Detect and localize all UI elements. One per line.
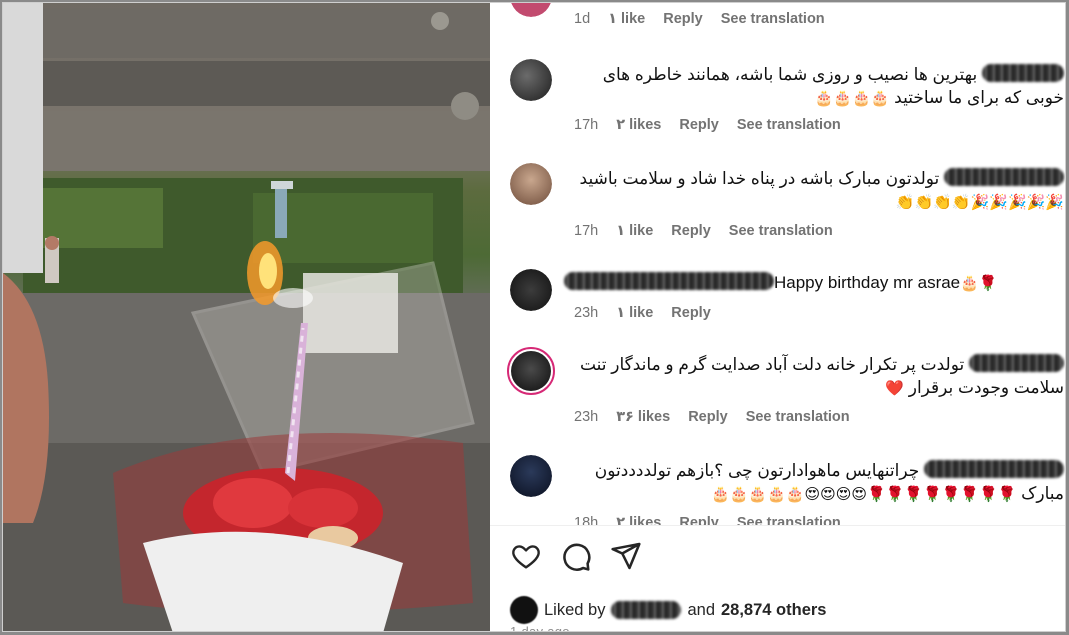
- avatar[interactable]: [510, 269, 552, 311]
- comment-text: Happy birthday mr asrae🎂🌹: [564, 271, 1064, 295]
- emoji-party-icon: 🎉🎉🎉🎉🎉👏👏👏👏: [895, 193, 1064, 211]
- username-redacted[interactable]: [564, 272, 774, 290]
- see-translation-button[interactable]: See translation: [746, 409, 850, 425]
- likes-count[interactable]: 28,874 others: [721, 601, 826, 620]
- see-translation-button[interactable]: See translation: [737, 117, 841, 133]
- reply-button[interactable]: Reply: [679, 515, 719, 525]
- comment-likes[interactable]: ۱ like: [616, 223, 653, 239]
- username-redacted[interactable]: [924, 460, 1064, 478]
- liked-by-label: Liked by: [544, 600, 606, 619]
- comment-item: 1d ۱ like Reply See translation: [490, 3, 1065, 39]
- reply-button[interactable]: Reply: [671, 223, 711, 239]
- comment-text: تولدتون مبارک باشه در پناه خدا شاد و سلا…: [579, 168, 1064, 211]
- comment-meta: 17h ۲ likes Reply See translation: [574, 117, 841, 133]
- comment-item: چراتنهایس ماهوادارتون چی ؟بازهم تولددددت…: [490, 451, 1065, 525]
- comment-time: 17h: [574, 223, 599, 239]
- liker-avatar[interactable]: [510, 596, 538, 624]
- comment-item: تولدت پر تکرار خانه دلت آباد صدایت گرم و…: [490, 345, 1065, 435]
- comment-likes[interactable]: ۲ likes: [616, 515, 661, 525]
- reply-button[interactable]: Reply: [663, 11, 703, 27]
- comment-meta: 23h ۳۶ likes Reply See translation: [574, 409, 850, 425]
- liker-username-redacted[interactable]: [611, 601, 682, 619]
- comment-item: تولدتون مبارک باشه در پناه خدا شاد و سلا…: [490, 161, 1065, 251]
- comment-time: 23h: [574, 305, 599, 321]
- emoji-cake-icon: 🎂🎂🎂🎂: [814, 89, 890, 107]
- reply-button[interactable]: Reply: [671, 305, 711, 321]
- comment-meta: 17h ۱ like Reply See translation: [574, 223, 833, 239]
- liked-and-label: and: [687, 600, 715, 619]
- reply-button[interactable]: Reply: [679, 117, 719, 133]
- comment-text: چراتنهایس ماهوادارتون چی ؟بازهم تولددددت…: [594, 460, 1064, 503]
- see-translation-button[interactable]: See translation: [737, 515, 841, 525]
- reply-button[interactable]: Reply: [688, 409, 728, 425]
- comments-list[interactable]: 1d ۱ like Reply See translation بهترین ه…: [490, 3, 1065, 525]
- comment-icon[interactable]: [560, 540, 592, 572]
- username-redacted[interactable]: [982, 64, 1064, 82]
- share-icon[interactable]: [610, 540, 642, 572]
- emoji-cake-rose-icon: 🎂🌹: [960, 274, 998, 292]
- likes-summary[interactable]: Liked by and 28,874 others: [510, 596, 826, 624]
- comment-text: بهترین ها نصیب و روزی شما باشه، همانند خ…: [602, 64, 1064, 107]
- see-translation-button[interactable]: See translation: [729, 223, 833, 239]
- comment-time: 1d: [574, 11, 591, 27]
- avatar-story-ring[interactable]: [507, 347, 555, 395]
- avatar[interactable]: [510, 455, 552, 497]
- username-redacted[interactable]: [944, 168, 1064, 186]
- comment-time: 23h: [574, 409, 599, 425]
- comments-panel: 1d ۱ like Reply See translation بهترین ه…: [490, 3, 1065, 632]
- post-window: 1d ۱ like Reply See translation بهترین ه…: [2, 2, 1066, 632]
- comment-likes[interactable]: ۲ likes: [616, 117, 661, 133]
- post-actions-bar: Liked by and 28,874 others 1 day ago: [490, 525, 1065, 632]
- emoji-rose-cake-icon: 🌹🌹🌹🌹🌹🌹🌹🌹😍😍😍😍🎂🎂🎂🎂🎂: [711, 485, 1017, 503]
- comment-time: 18h: [574, 515, 599, 525]
- comment-item: بهترین ها نصیب و روزی شما باشه، همانند خ…: [490, 55, 1065, 145]
- heart-icon[interactable]: [510, 540, 542, 572]
- avatar[interactable]: [510, 3, 552, 17]
- comment-meta: 18h ۲ likes Reply See translation: [574, 515, 841, 525]
- comment-likes[interactable]: ۳۶ likes: [616, 409, 670, 425]
- avatar[interactable]: [510, 163, 552, 205]
- media-illustration: [3, 3, 490, 631]
- emoji-heart-icon: ❤️: [885, 379, 904, 397]
- comment-time: 17h: [574, 117, 599, 133]
- comment-text: تولدت پر تکرار خانه دلت آباد صدایت گرم و…: [579, 354, 1064, 397]
- post-media[interactable]: [3, 3, 490, 631]
- comment-meta: 1d ۱ like Reply See translation: [574, 11, 825, 27]
- comment-meta: 23h ۱ like Reply: [574, 305, 711, 321]
- comment-item: Happy birthday mr asrae🎂🌹 23h ۱ like Rep…: [490, 265, 1065, 331]
- avatar[interactable]: [510, 59, 552, 101]
- see-translation-button[interactable]: See translation: [721, 11, 825, 27]
- post-timestamp: 1 day ago: [510, 624, 570, 632]
- username-redacted[interactable]: [969, 354, 1064, 372]
- comment-likes[interactable]: ۱ like: [608, 11, 645, 27]
- comment-likes[interactable]: ۱ like: [616, 305, 653, 321]
